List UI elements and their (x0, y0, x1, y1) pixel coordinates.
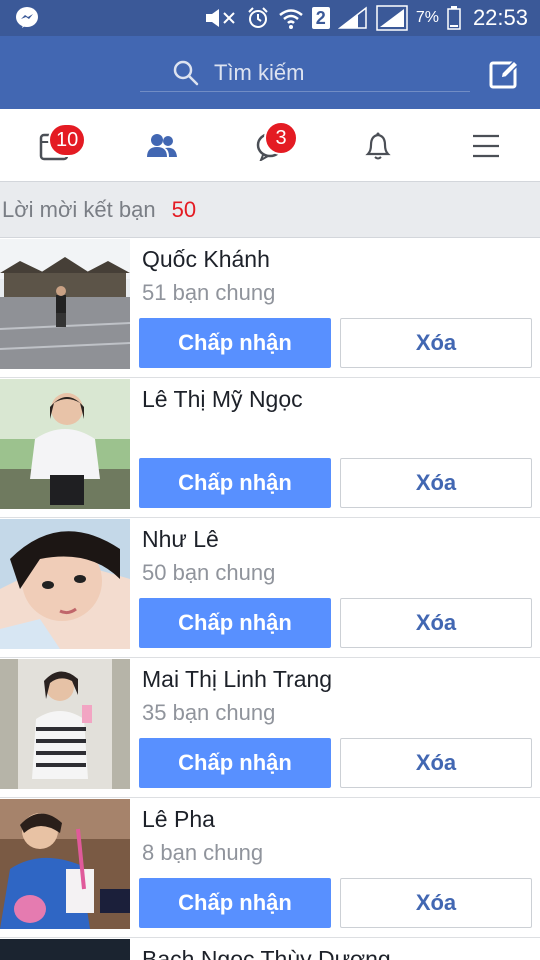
delete-button[interactable]: Xóa (340, 318, 532, 368)
avatar[interactable] (0, 659, 130, 789)
mutual-friends: 35 bạn chung (142, 700, 276, 725)
battery-percent: 7% (415, 9, 439, 26)
mutual-friends: 51 bạn chung (142, 280, 276, 305)
friend-request-row: Mai Thị Linh Trang 35 bạn chung Chấp nhậ… (0, 658, 540, 798)
section-title: Lời mời kết bạn (2, 196, 156, 222)
delete-label: Xóa (415, 610, 457, 635)
accept-button[interactable]: Chấp nhận (139, 878, 331, 928)
accept-button[interactable]: Chấp nhận (139, 738, 331, 788)
accept-button[interactable]: Chấp nhận (139, 318, 331, 368)
friend-name[interactable]: Bạch Ngọc Thùy Dương (142, 946, 391, 960)
avatar[interactable] (0, 799, 130, 929)
notifications-icon (365, 132, 391, 159)
friend-name[interactable]: Mai Thị Linh Trang (142, 666, 332, 693)
search-bar[interactable] (140, 54, 470, 92)
delete-button[interactable]: Xóa (340, 598, 532, 648)
news-feed-badge: 10 (48, 123, 87, 157)
messages-badge: 3 (264, 121, 298, 155)
tab-bar: 10 3 (0, 109, 540, 182)
sim-badge: 2 (311, 7, 330, 29)
avatar[interactable] (0, 519, 130, 649)
signal-icon (337, 6, 367, 29)
request-count: 50 (171, 196, 197, 222)
mutual-friends: 8 bạn chung (142, 840, 264, 865)
compose-icon[interactable] (488, 58, 520, 90)
delete-label: Xóa (415, 330, 457, 355)
friend-request-row: Bạch Ngọc Thùy Dương (0, 938, 540, 960)
tab-menu[interactable] (432, 109, 540, 182)
menu-icon (473, 134, 499, 157)
tab-notifications[interactable] (324, 109, 432, 182)
top-bar (0, 36, 540, 109)
friend-request-row: Lê Pha 8 bạn chung Chấp nhận Xóa (0, 798, 540, 938)
friend-name[interactable]: Quốc Khánh (142, 246, 270, 273)
alarm-icon (248, 7, 268, 28)
status-bar: 2 7% 22:53 (0, 0, 540, 36)
signal-icon-2 (376, 5, 408, 31)
friend-request-row: Quốc Khánh 51 bạn chung Chấp nhận Xóa (0, 238, 540, 378)
mutual-friends: 50 bạn chung (142, 560, 276, 585)
delete-button[interactable]: Xóa (340, 738, 532, 788)
friend-name[interactable]: Lê Thị Mỹ Ngọc (142, 386, 303, 413)
mute-icon (205, 9, 235, 27)
avatar[interactable] (0, 939, 130, 960)
messenger-icon (16, 7, 38, 28)
tab-friend-requests[interactable] (108, 109, 216, 182)
delete-label: Xóa (415, 750, 457, 775)
friend-request-row: Như Lê 50 bạn chung Chấp nhận Xóa (0, 518, 540, 658)
delete-button[interactable]: Xóa (340, 458, 532, 508)
delete-button[interactable]: Xóa (340, 878, 532, 928)
wifi-icon (279, 9, 303, 29)
friend-requests-icon (147, 133, 177, 157)
accept-button[interactable]: Chấp nhận (139, 598, 331, 648)
clock: 22:53 (472, 5, 528, 30)
search-icon (173, 60, 199, 85)
battery-icon (447, 6, 461, 30)
friend-name[interactable]: Lê Pha (142, 806, 215, 833)
accept-button[interactable]: Chấp nhận (139, 458, 331, 508)
friend-name[interactable]: Như Lê (142, 526, 219, 553)
tab-news-feed[interactable]: 10 (0, 109, 108, 182)
avatar[interactable] (0, 379, 130, 509)
friend-request-row: Lê Thị Mỹ Ngọc Chấp nhận Xóa (0, 378, 540, 518)
friend-request-list: Quốc Khánh 51 bạn chung Chấp nhận Xóa Lê… (0, 238, 540, 960)
delete-label: Xóa (415, 890, 457, 915)
friend-requests-header: Lời mời kết bạn 50 (0, 182, 540, 238)
avatar[interactable] (0, 239, 130, 369)
delete-label: Xóa (415, 470, 457, 495)
search-input[interactable] (214, 59, 434, 86)
tab-messages[interactable]: 3 (216, 109, 324, 182)
